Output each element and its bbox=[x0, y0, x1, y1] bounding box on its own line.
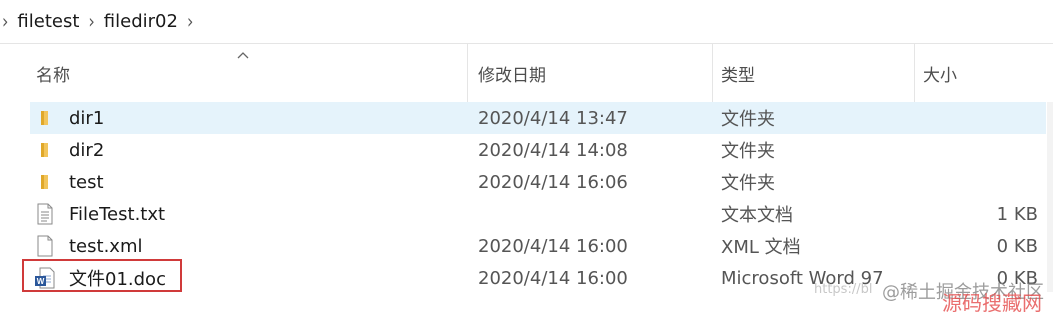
column-header-size[interactable]: 大小 bbox=[915, 44, 1053, 102]
file-name: dir1 bbox=[69, 107, 105, 129]
column-header-type[interactable]: 类型 bbox=[713, 44, 915, 102]
file-row-filetest-txt[interactable]: FileTest.txt 文本文档 1 KB bbox=[30, 198, 1046, 230]
file-name-cell: test.xml bbox=[35, 230, 142, 262]
file-type: 文件夹 bbox=[721, 173, 775, 194]
file-name: FileTest.txt bbox=[69, 203, 166, 225]
file-name: test.xml bbox=[69, 235, 143, 257]
folder-icon bbox=[35, 139, 55, 161]
chevron-right-icon[interactable]: › bbox=[88, 10, 94, 33]
file-name: dir2 bbox=[69, 139, 105, 161]
blank-file-icon bbox=[35, 235, 55, 257]
folder-icon bbox=[35, 171, 55, 193]
file-modified: 2020/4/14 16:00 bbox=[478, 235, 628, 257]
breadcrumb: › filetest › filedir02 › bbox=[0, 0, 1053, 44]
file-row-test[interactable]: test 2020/4/14 16:06 文件夹 bbox=[30, 166, 1046, 198]
file-name-cell: dir1 bbox=[35, 102, 104, 134]
column-header-type-label: 类型 bbox=[721, 65, 755, 86]
file-type: XML 文档 bbox=[721, 237, 801, 258]
watermark-overlay: 源码搜藏网 bbox=[942, 291, 1042, 315]
file-size: 1 KB bbox=[996, 203, 1038, 225]
scrollbar-track[interactable] bbox=[1047, 102, 1053, 292]
column-header-modified[interactable]: 修改日期 bbox=[470, 44, 713, 102]
file-name-cell: test bbox=[35, 166, 104, 198]
file-modified: 2020/4/14 14:08 bbox=[478, 139, 628, 161]
breadcrumb-item-filetest[interactable]: filetest bbox=[17, 11, 79, 32]
file-row-dir1[interactable]: dir1 2020/4/14 13:47 文件夹 bbox=[30, 102, 1046, 134]
sort-ascending-icon bbox=[237, 48, 249, 63]
text-file-icon bbox=[35, 203, 55, 225]
file-modified: 2020/4/14 16:06 bbox=[478, 171, 628, 193]
column-header-row: 名称 修改日期 类型 大小 bbox=[0, 44, 1053, 102]
file-type: 文本文档 bbox=[721, 205, 793, 226]
file-type: 文件夹 bbox=[721, 109, 775, 130]
watermark-url: https://bl bbox=[814, 282, 873, 297]
column-header-size-label: 大小 bbox=[923, 65, 957, 86]
chevron-right-icon[interactable]: › bbox=[2, 10, 8, 33]
file-type: 文件夹 bbox=[721, 141, 775, 162]
column-header-name-label: 名称 bbox=[36, 65, 70, 86]
file-name-cell: FileTest.txt bbox=[35, 198, 165, 230]
breadcrumb-item-filedir02[interactable]: filedir02 bbox=[104, 11, 178, 32]
file-modified: 2020/4/14 13:47 bbox=[478, 107, 628, 129]
folder-icon bbox=[35, 107, 55, 129]
file-row-dir2[interactable]: dir2 2020/4/14 14:08 文件夹 bbox=[30, 134, 1046, 166]
file-modified: 2020/4/14 16:00 bbox=[478, 267, 628, 289]
chevron-right-icon[interactable]: › bbox=[187, 10, 193, 33]
file-name-cell: dir2 bbox=[35, 134, 104, 166]
column-header-modified-label: 修改日期 bbox=[478, 65, 546, 86]
annotation-highlight-box bbox=[22, 259, 182, 292]
file-name: test bbox=[69, 171, 104, 193]
file-size: 0 KB bbox=[996, 235, 1038, 257]
file-row-test-xml[interactable]: test.xml 2020/4/14 16:00 XML 文档 0 KB bbox=[30, 230, 1046, 262]
